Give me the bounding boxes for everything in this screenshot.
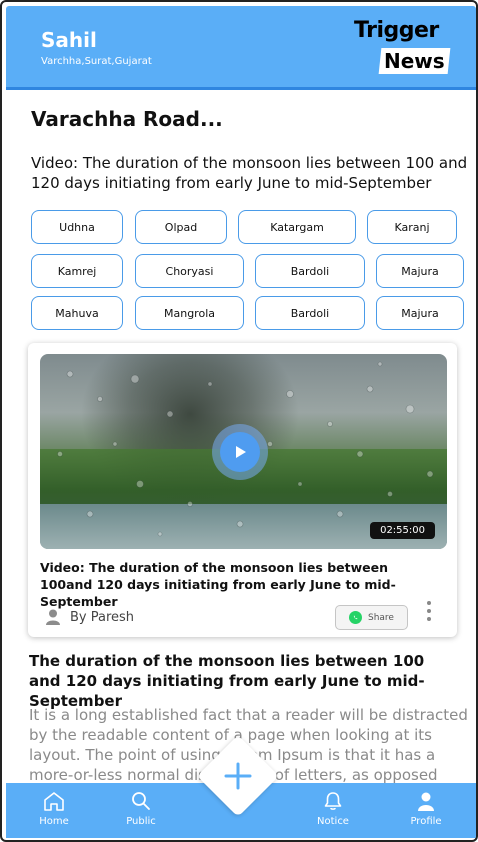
nav-profile-label: Profile — [410, 816, 442, 827]
nav-public-label: Public — [126, 816, 156, 827]
user-location: Varchha,Surat,Gujarat — [41, 56, 152, 67]
nav-home-label: Home — [39, 816, 69, 827]
area-chip-bardoli[interactable]: Bardoli — [255, 254, 365, 288]
user-name: Sahil — [41, 28, 97, 52]
video-duration-badge: 02:55:00 — [370, 522, 435, 539]
area-chip-karanj[interactable]: Karanj — [367, 210, 457, 244]
nav-notice-label: Notice — [317, 816, 349, 827]
logo-box: News — [378, 48, 451, 74]
area-chip-majura-2[interactable]: Majura — [376, 296, 464, 330]
share-label: Share — [368, 612, 394, 623]
app-frame: Sahil Varchha,Surat,Gujarat Trigger News… — [0, 0, 478, 842]
author-row: By Paresh — [46, 609, 134, 625]
play-icon — [220, 432, 260, 472]
area-chip-majura[interactable]: Majura — [376, 254, 464, 288]
lead-text: Video: The duration of the monsoon lies … — [31, 154, 468, 192]
article-title[interactable]: The duration of the monsoon lies between… — [29, 651, 449, 711]
video-title[interactable]: Video: The duration of the monsoon lies … — [40, 559, 440, 610]
nav-profile[interactable]: Profile — [396, 791, 456, 827]
area-chip-mahuva[interactable]: Mahuva — [31, 296, 123, 330]
video-thumbnail[interactable]: 02:55:00 — [40, 354, 447, 549]
nav-public[interactable]: Public — [111, 791, 171, 827]
search-icon — [132, 792, 150, 810]
video-card[interactable]: 02:55:00 Video: The duration of the mons… — [28, 343, 457, 637]
area-chip-udhna[interactable]: Udhna — [31, 210, 123, 244]
nav-notice[interactable]: Notice — [303, 791, 363, 827]
main-content[interactable]: Varachha Road... Video: The duration of … — [6, 93, 476, 783]
author-name: By Paresh — [70, 609, 135, 625]
whatsapp-icon — [349, 611, 362, 624]
nav-home[interactable]: Home — [24, 791, 84, 827]
area-chip-mangrola[interactable]: Mangrola — [135, 296, 244, 330]
app-header: Sahil Varchha,Surat,Gujarat Trigger News — [6, 6, 476, 90]
profile-icon — [418, 792, 434, 811]
location-title: Varachha Road... — [31, 107, 223, 131]
more-options-icon[interactable] — [425, 601, 433, 621]
area-chip-kamrej[interactable]: Kamrej — [31, 254, 123, 288]
bell-icon — [324, 792, 342, 810]
plus-icon — [209, 747, 267, 805]
area-chip-olpad[interactable]: Olpad — [135, 210, 227, 244]
user-icon — [46, 609, 60, 625]
home-icon — [44, 792, 64, 811]
logo-text-bottom: News — [384, 49, 445, 73]
area-chip-bardoli-2[interactable]: Bardoli — [255, 296, 365, 330]
share-button[interactable]: Share — [335, 605, 408, 630]
logo-text-top: Trigger — [354, 18, 439, 43]
area-chip-choryasi[interactable]: Choryasi — [135, 254, 244, 288]
play-button[interactable] — [212, 424, 268, 480]
area-chip-katargam[interactable]: Katargam — [238, 210, 356, 244]
trigger-news-logo[interactable]: Trigger News — [354, 18, 451, 76]
